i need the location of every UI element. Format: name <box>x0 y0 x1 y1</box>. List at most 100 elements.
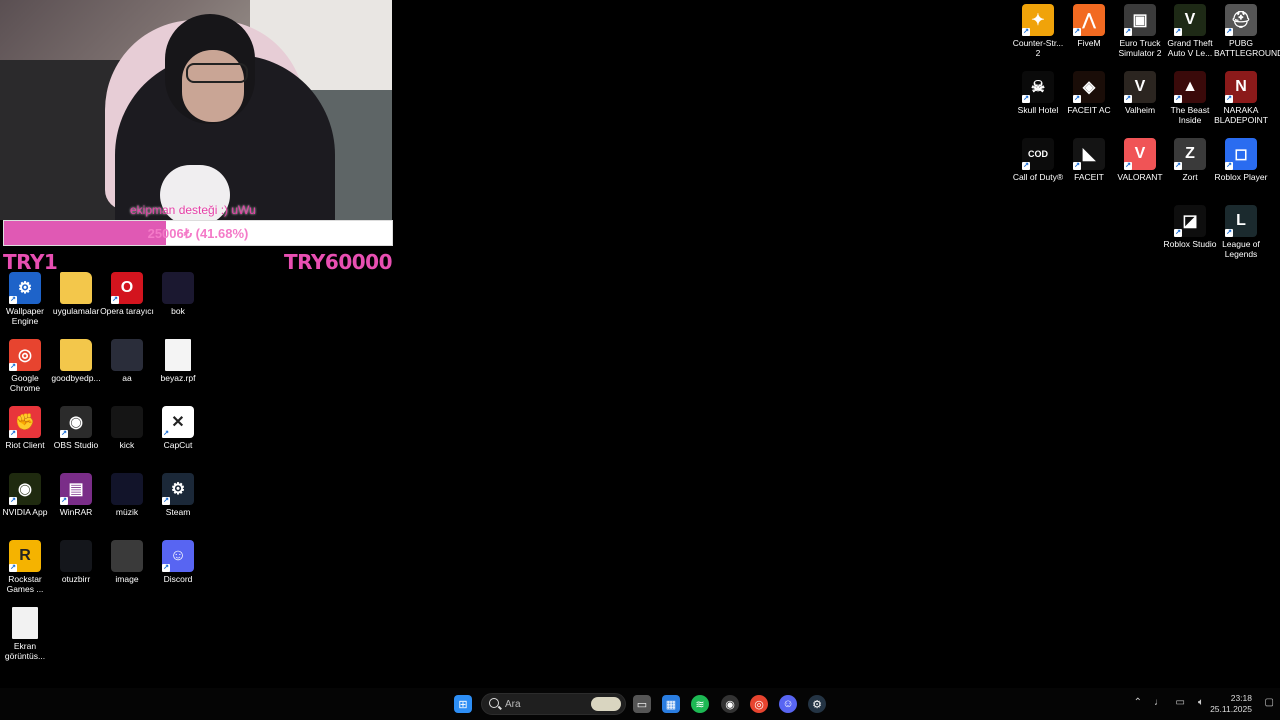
call-of-duty-icon: COD ↗ <box>1022 138 1054 170</box>
desktop-icon[interactable]: ◻ ↗ Roblox Player <box>1214 138 1268 182</box>
desktop-icon[interactable]: ⋀ ↗ FiveM <box>1062 4 1116 48</box>
donation-goal-min: TRY1 <box>3 250 58 274</box>
shortcut-arrow-icon: ↗ <box>1022 162 1030 170</box>
steam-icon[interactable]: ⚙ <box>808 695 826 713</box>
desktop-icon[interactable]: L ↗ League of Legends <box>1214 205 1268 259</box>
spotify-icon[interactable]: ≋ <box>691 695 709 713</box>
euro-truck-icon: ▣ ↗ <box>1124 4 1156 36</box>
shortcut-arrow-icon: ↗ <box>1022 95 1030 103</box>
desktop-icon[interactable]: ◪ ↗ Roblox Studio <box>1163 205 1217 249</box>
desktop-icon[interactable]: aa <box>100 339 154 383</box>
search-placeholder: Ara <box>505 699 521 710</box>
desktop-icon[interactable]: ◉ ↗ OBS Studio <box>49 406 103 450</box>
desktop-icon[interactable]: ◉ ↗ NVIDIA App <box>0 473 52 517</box>
fivem-icon: ⋀ ↗ <box>1073 4 1105 36</box>
steam-icon: ⚙ ↗ <box>162 473 194 505</box>
microphone-icon[interactable]: ♩ <box>1154 697 1164 708</box>
desktop-icon-label: image <box>115 574 139 584</box>
desktop-icon[interactable]: ⚙ ↗ Steam <box>151 473 205 517</box>
network-icon[interactable]: ▭ <box>1176 697 1185 708</box>
desktop-icon[interactable]: ▲ ↗ The Beast Inside <box>1163 71 1217 125</box>
desktop-icon-label: kick <box>119 440 135 450</box>
desktop-icon-label: Skull Hotel <box>1017 105 1059 115</box>
system-clock[interactable]: 23:18 25.11.2025 <box>1210 693 1252 715</box>
desktop-icon[interactable]: ◎ ↗ Google Chrome <box>0 339 52 393</box>
desktop-icon[interactable]: V ↗ Grand Theft Auto V Le... <box>1163 4 1217 58</box>
desktop-icon[interactable]: kick <box>100 406 154 450</box>
desktop-icon[interactable]: ⚙ ↗ Wallpaper Engine <box>0 272 52 326</box>
desktop-icon-label: otuzbirr <box>61 574 91 584</box>
shortcut-arrow-icon: ↗ <box>1073 28 1081 36</box>
desktop-icon[interactable]: Z ↗ Zort <box>1163 138 1217 182</box>
obs-icon[interactable]: ◉ <box>721 695 739 713</box>
pubg-icon: ⛑ ↗ <box>1225 4 1257 36</box>
discord-icon[interactable]: ☺ <box>779 695 797 713</box>
notification-icon[interactable]: ▢ <box>1265 697 1274 708</box>
desktop-icon-label: OBS Studio <box>53 440 99 450</box>
desktop-icon[interactable]: uygulamalar <box>49 272 103 316</box>
desktop-icon[interactable]: ✊ ↗ Riot Client <box>0 406 52 450</box>
desktop-icon[interactable]: beyaz.rpf <box>151 339 205 383</box>
desktop-icon[interactable]: image <box>100 540 154 584</box>
desktop-icon-label: WinRAR <box>59 507 93 517</box>
desktop-icon[interactable]: ▤ ↗ WinRAR <box>49 473 103 517</box>
desktop-icon-label: Wallpaper Engine <box>6 306 44 326</box>
desktop-icon[interactable]: ◈ ↗ FACEIT AC <box>1062 71 1116 115</box>
taskbar-search[interactable]: Ara <box>481 693 626 715</box>
image-thumbnail-icon <box>111 473 143 505</box>
chrome-icon: ◎ ↗ <box>9 339 41 371</box>
desktop-icon[interactable]: R ↗ Rockstar Games ... <box>0 540 52 594</box>
desktop-icon[interactable]: ☠ ↗ Skull Hotel <box>1011 71 1065 115</box>
desktop-icon[interactable]: ▣ ↗ Euro Truck Simulator 2 <box>1113 4 1167 58</box>
webcam-feed: ekipman desteği :) uWu <box>0 0 392 220</box>
volume-icon[interactable]: 🔈︎ <box>1198 697 1204 708</box>
windows-start-icon[interactable]: ⊞ <box>454 695 472 713</box>
show-hidden-icons-chevron-icon[interactable]: ⌃ <box>1134 697 1142 708</box>
obs-icon: ◉ ↗ <box>60 406 92 438</box>
desktop-icon[interactable]: ☺ ↗ Discord <box>151 540 205 584</box>
riot-client-icon: ✊ ↗ <box>9 406 41 438</box>
desktop-icon[interactable]: ⛑↗PUBG BATTLEGROUNDS <box>1214 4 1280 58</box>
desktop-icon-label: bok <box>171 306 185 316</box>
desktop-icon[interactable]: V ↗ VALORANT <box>1113 138 1167 182</box>
donation-alert-text: ekipman desteği :) uWu <box>130 203 256 217</box>
desktop-icon-label: Counter-Str... 2 <box>1012 38 1064 58</box>
desktop-icon[interactable]: otuzbirr <box>49 540 103 584</box>
task-view-icon[interactable]: ▭ <box>633 695 651 713</box>
shortcut-arrow-icon: ↗ <box>9 430 17 438</box>
desktop-icon[interactable]: goodbyedp... <box>49 339 103 383</box>
desktop-icon-label: Google Chrome <box>9 373 41 393</box>
shortcut-arrow-icon: ↗ <box>1174 162 1182 170</box>
desktop-icon-label: Zort <box>1182 172 1198 182</box>
desktop-icon-label: Ekran görüntüs... <box>4 641 46 661</box>
desktop-icon[interactable]: ◣ ↗ FACEIT <box>1062 138 1116 182</box>
donation-goal-text: 25006₺ (41.68%) <box>147 226 249 241</box>
desktop-icon[interactable]: ✕ ↗ CapCut <box>151 406 205 450</box>
folder-icon <box>60 339 92 371</box>
desktop-icon[interactable]: COD ↗ Call of Duty® <box>1011 138 1065 182</box>
image-thumbnail-icon <box>60 540 92 572</box>
shortcut-arrow-icon: ↗ <box>9 363 17 371</box>
desktop-icon[interactable]: bok <box>151 272 205 316</box>
desktop-icon[interactable]: O ↗ Opera tarayıcı <box>100 272 154 316</box>
desktop-icon[interactable]: V ↗ Valheim <box>1113 71 1167 115</box>
valorant-icon: V ↗ <box>1124 138 1156 170</box>
desktop-icon-label: FiveM <box>1077 38 1101 48</box>
desktop-icon-label: FACEIT AC <box>1067 105 1111 115</box>
desktop-icon[interactable]: N ↗ NARAKA BLADEPOINT <box>1214 71 1268 125</box>
microsoft-store-icon[interactable]: ▦ <box>662 695 680 713</box>
desktop-icon-label: Steam <box>165 507 191 517</box>
desktop-icon[interactable]: Ekran görüntüs... <box>0 607 52 661</box>
nvidia-icon: ◉ ↗ <box>9 473 41 505</box>
desktop-icon-label: Roblox Studio <box>1163 239 1217 249</box>
image-thumbnail-icon <box>162 272 194 304</box>
opera-icon: O ↗ <box>111 272 143 304</box>
shortcut-arrow-icon: ↗ <box>1225 229 1233 237</box>
chrome-icon[interactable]: ◎ <box>750 695 768 713</box>
image-thumbnail-icon <box>111 406 143 438</box>
rockstar-icon: R ↗ <box>9 540 41 572</box>
desktop-icon[interactable]: ✦ ↗ Counter-Str... 2 <box>1011 4 1065 58</box>
desktop-icon[interactable]: müzik <box>100 473 154 517</box>
shortcut-arrow-icon: ↗ <box>1022 28 1030 36</box>
gta-v-icon: V ↗ <box>1174 4 1206 36</box>
